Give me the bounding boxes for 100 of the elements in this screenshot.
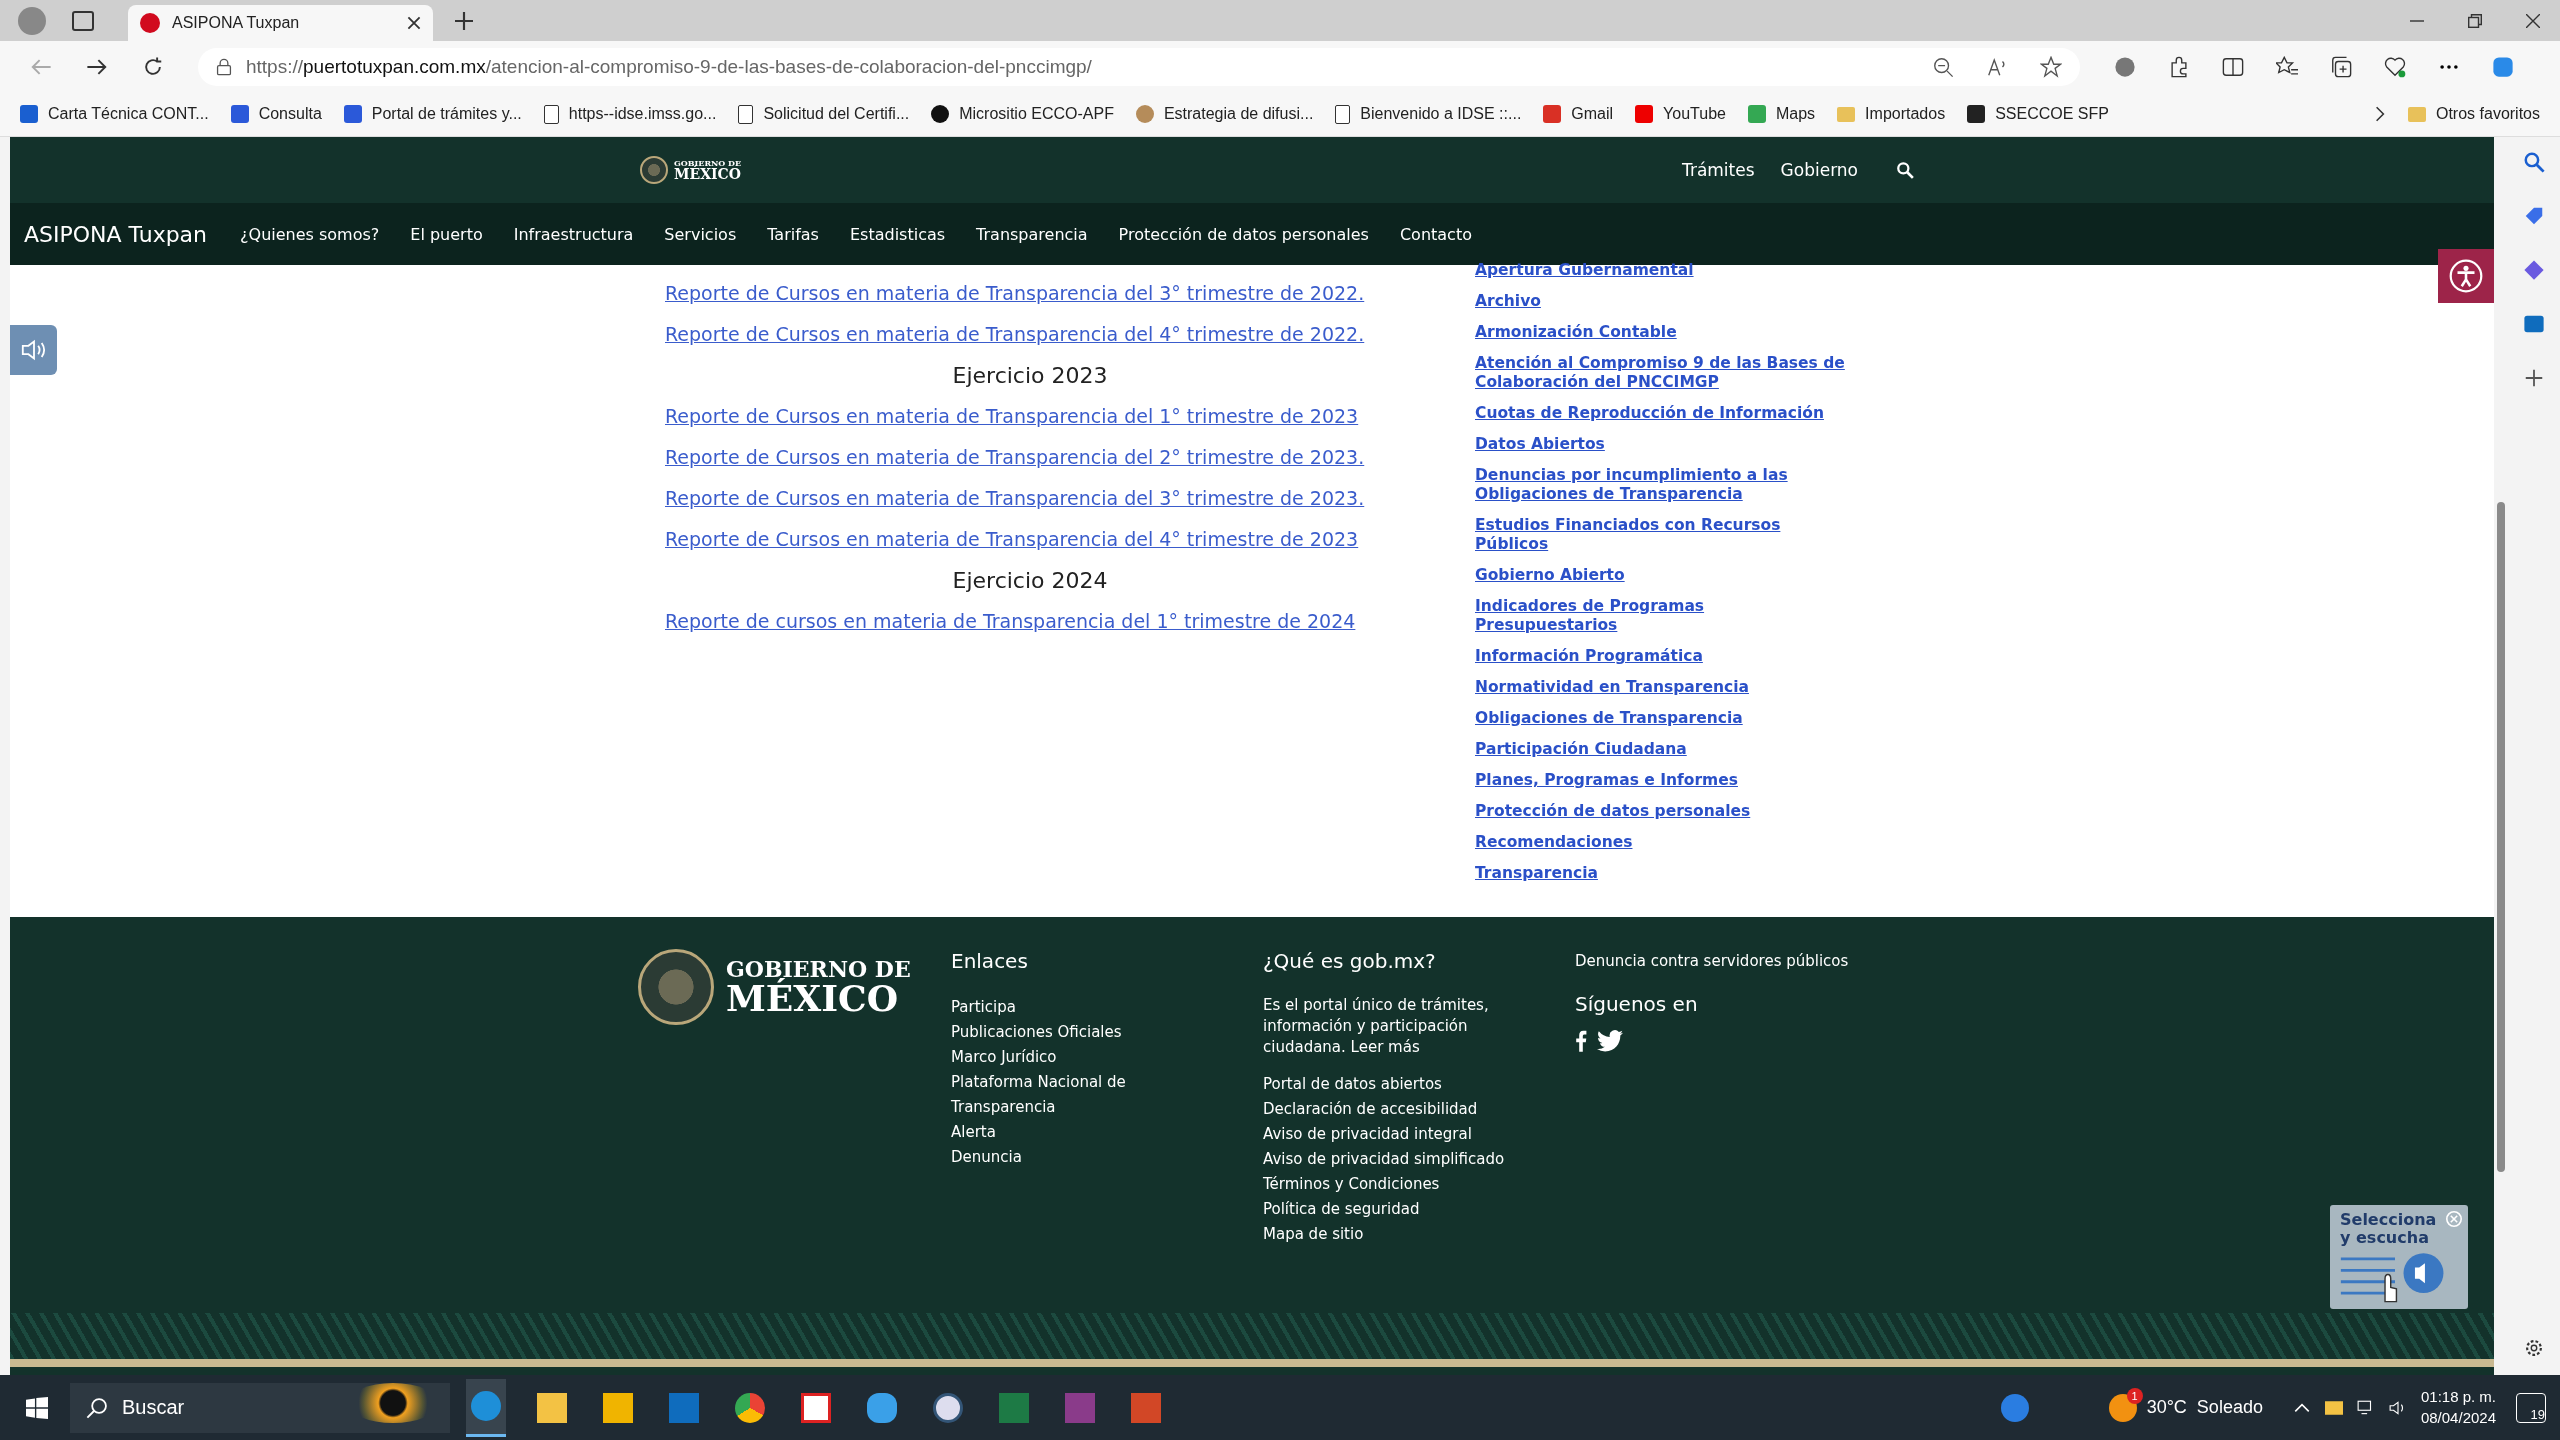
sidebar-link[interactable]: Protección de datos personales [1475, 802, 1849, 821]
bookmark-folder[interactable]: Otros favoritos [2407, 105, 2540, 123]
bookmark[interactable]: Maps [1748, 105, 1816, 123]
bookmark[interactable]: Carta Técnica CONT... [20, 105, 209, 123]
report-link[interactable]: Reporte de Cursos en materia de Transparencia del 4° trimestre de 2023 [665, 519, 1405, 560]
nav-link[interactable]: Tarifas [767, 224, 819, 244]
footer-link[interactable]: Marco Jurídico [951, 1045, 1161, 1070]
footer-link[interactable]: Plataforma Nacional de Transparencia [951, 1070, 1161, 1120]
browser-tab[interactable]: ASIPONA Tuxpan [128, 5, 433, 41]
accessibility-button[interactable] [2438, 249, 2494, 303]
bookmark-favicon-icon [931, 105, 950, 123]
bookmark[interactable]: Micrositio ECCO-APF [931, 105, 1114, 123]
year-heading: Ejercicio 2024 [951, 567, 1109, 595]
footer-link[interactable]: Participa [951, 995, 1161, 1020]
taskbar-search-field[interactable]: Buscar [118, 1390, 268, 1425]
star-icon[interactable] [2040, 55, 2062, 78]
bookmark[interactable]: Bienvenido a IDSE ::... [1335, 104, 1522, 124]
sidebar-link[interactable]: Gobierno Abierto [1475, 566, 1849, 585]
bookmark[interactable]: SSECCOE SFP [1967, 105, 2109, 123]
footer-link[interactable]: Denuncia [951, 1145, 1161, 1170]
footer-link[interactable]: Alerta [951, 1120, 1161, 1145]
start-icon[interactable] [26, 1396, 48, 1419]
extensions-icon[interactable] [2168, 55, 2190, 78]
new-tab-icon[interactable] [455, 11, 473, 30]
report-link[interactable]: Reporte de Cursos en materia de Transparencia del 4° trimestre de 2022. [665, 314, 1405, 355]
close-icon[interactable] [2526, 13, 2540, 28]
nav-link[interactable]: Estadisticas [849, 224, 946, 244]
sidebar-link[interactable]: Archivo [1475, 292, 1849, 311]
sidebar-link[interactable]: Denuncias por incumplimiento a las Obligaciones de Transparencia [1475, 466, 1849, 504]
reload-icon[interactable] [142, 55, 164, 78]
sidebar-link[interactable]: Participación Ciudadana [1475, 740, 1849, 759]
footer-link[interactable]: Términos y Condiciones [1263, 1172, 1553, 1197]
sidebar-link[interactable]: Armonización Contable [1475, 323, 1849, 342]
bookmark[interactable]: Gmail [1543, 105, 1614, 123]
sidebar-link[interactable]: Información Programática [1475, 647, 1849, 666]
read-aloud-widget[interactable]: Selecciona y escucha [2330, 1205, 2468, 1309]
footer-link[interactable]: Portal de datos abiertos [1263, 1072, 1553, 1097]
bookmark[interactable]: Importados [1837, 105, 1946, 123]
report-link[interactable]: Reporte de Cursos en materia de Transparencia del 3° trimestre de 2023. [665, 478, 1405, 519]
chevron-right-icon[interactable] [2373, 105, 2386, 123]
report-link[interactable]: Reporte de Cursos en materia de Transparencia del 3° trimestre de 2022. [665, 273, 1405, 314]
bookmark[interactable]: Consulta [230, 105, 322, 123]
taskbar-search-box[interactable]: Buscar [70, 1382, 450, 1433]
bookmark[interactable]: https--idse.imss.go... [543, 104, 717, 124]
tab-actions-icon[interactable] [72, 10, 94, 31]
footer-link[interactable]: Política de seguridad [1263, 1197, 1553, 1222]
read-more-link[interactable]: Leer más [1350, 1038, 1420, 1056]
bookmark[interactable]: Estrategia de difusi... [1135, 105, 1314, 123]
footer-link[interactable]: Declaración de accesibilidad [1263, 1097, 1553, 1122]
footer-link[interactable]: Publicaciones Oficiales [951, 1020, 1161, 1045]
nav-link[interactable]: Contacto [1399, 224, 1472, 244]
footer-link[interactable]: Denuncia contra servidores públicos [1575, 949, 1895, 974]
bookmark[interactable]: Portal de trámites y... [343, 105, 522, 123]
government-logo[interactable]: GOBIERNO DE MÉXICO [638, 949, 951, 1025]
report-link[interactable]: Reporte de cursos en materia de Transparencia del 1° trimestre de 2024 [665, 601, 1405, 642]
sidebar-link[interactable]: Transparencia [1475, 864, 1849, 883]
header-link[interactable]: Gobierno [1780, 160, 1858, 180]
report-link[interactable]: Reporte de Cursos en materia de Transparencia del 1° trimestre de 2023 [665, 396, 1405, 437]
collections-icon[interactable] [2330, 55, 2352, 78]
twitter-bird-icon[interactable] [1597, 1030, 1623, 1052]
sidebar-link[interactable]: Atención al Compromiso 9 de las Bases de Colaboración del PNCCIMGP [1475, 354, 1849, 392]
site-brand-link[interactable]: ASIPONA Tuxpan [24, 221, 208, 247]
bookmark[interactable]: Solicitud del Certifi... [738, 104, 910, 124]
notifications-button[interactable]: 19 [2516, 1392, 2546, 1423]
search-icon[interactable] [1896, 161, 1914, 179]
sidebar-link[interactable]: Cuotas de Reproducción de Información [1475, 404, 1849, 423]
taskbar-clock[interactable]: 01:18 p. m. 08/04/2024 [2420, 1387, 2496, 1428]
split-screen-icon[interactable] [2222, 55, 2244, 78]
speaker-button[interactable] [10, 325, 57, 375]
settings-icon[interactable] [2523, 1337, 2545, 1359]
footer-link[interactable]: Mapa de sitio [1263, 1222, 1553, 1247]
zoom-out-icon[interactable] [1932, 55, 1954, 78]
address-bar[interactable]: https://puertotuxpan.com.mx/atencion-al-compromiso-9-de-las-bases-de-colaboracion-del-pnccimgp/ [198, 47, 2080, 86]
nav-link[interactable]: Protección de datos personales [1118, 224, 1369, 244]
site-favicon-icon [140, 13, 160, 33]
restore-icon[interactable] [2468, 13, 2482, 28]
sidebar-link[interactable]: Obligaciones de Transparencia [1475, 709, 1849, 728]
nav-link[interactable]: Servicios [664, 224, 737, 244]
bookmark[interactable]: YouTube [1635, 105, 1726, 123]
sidebar-link[interactable]: Recomendaciones [1475, 833, 1849, 852]
header-link[interactable]: Trámites [1682, 160, 1755, 180]
sidebar-link[interactable]: Normatividad en Transparencia [1475, 678, 1849, 697]
nav-link[interactable]: ¿Quienes somos? [240, 224, 380, 244]
sidebar-link[interactable]: Planes, Programas e Informes [1475, 771, 1849, 790]
report-link[interactable]: Reporte de Cursos en materia de Transparencia del 2° trimestre de 2023. [665, 437, 1405, 478]
add-icon[interactable] [2523, 367, 2545, 389]
favorites-icon[interactable] [2276, 55, 2298, 78]
sidebar-link[interactable]: Apertura Gubernamental [1475, 261, 1849, 280]
nav-link[interactable]: El puerto [410, 224, 483, 244]
heart-pulse-icon[interactable] [2384, 55, 2406, 78]
government-logo[interactable]: GOBIERNO DE MÉXICO [640, 156, 742, 184]
sidebar-link[interactable]: Estudios Financiados con Recursos Públicos [1475, 516, 1849, 554]
sidebar-link[interactable]: Datos Abiertos [1475, 435, 1849, 454]
footer-link[interactable]: Aviso de privacidad integral [1263, 1122, 1553, 1147]
nav-link[interactable]: Transparencia [976, 224, 1088, 244]
footer-link[interactable]: Aviso de privacidad simplificado [1263, 1147, 1553, 1172]
sidebar-link[interactable]: Indicadores de Programas Presupuestarios [1475, 597, 1849, 635]
facebook-icon[interactable] [1575, 1030, 1587, 1052]
close-icon[interactable] [407, 16, 421, 30]
nav-link[interactable]: Infraestructura [513, 224, 634, 244]
